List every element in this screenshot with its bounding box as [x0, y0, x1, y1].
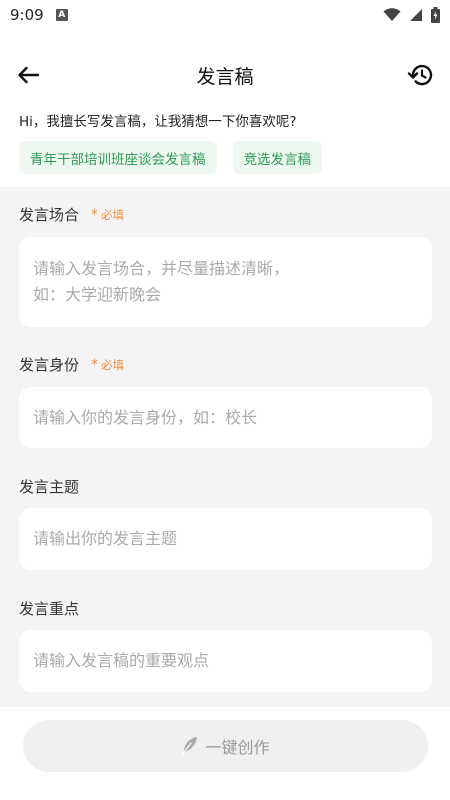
chip-campaign-speech[interactable]: 竞选发言稿	[232, 141, 322, 174]
status-bar: 9:09 A	[0, 0, 450, 30]
status-time: 9:09	[10, 6, 44, 24]
notification-icon: A	[55, 9, 68, 21]
greeting-text: Hi，我擅长写发言稿，让我猜想一下你喜欢呢?	[19, 114, 297, 130]
topic-placeholder: 请输出你的发言主题	[33, 529, 178, 548]
field-label-topic: 发言主题	[19, 476, 79, 497]
page-title: 发言稿	[196, 65, 254, 88]
asterisk-icon: *	[91, 356, 99, 373]
required-text: 必填	[101, 357, 125, 372]
label-text: 发言身份	[19, 356, 80, 374]
chip-youth-cadre-speech[interactable]: 青年干部培训班座谈会发言稿	[19, 141, 217, 174]
field-label-identity: 发言身份 * 必填	[19, 354, 124, 375]
back-button[interactable]	[14, 61, 42, 89]
topic-input[interactable]: 请输出你的发言主题	[19, 508, 432, 570]
signal-icon	[410, 9, 422, 21]
status-icons	[383, 7, 440, 23]
field-label-occasion: 发言场合 * 必填	[19, 204, 124, 225]
label-text: 发言场合	[19, 206, 80, 224]
form-area: 发言场合 * 必填 请输入发言场合，并尽量描述清晰， 如：大学迎新晚会 发言身份 …	[0, 187, 450, 707]
suggestion-chips: 青年干部培训班座谈会发言稿 竞选发言稿	[19, 141, 322, 174]
required-marker: * 必填	[91, 357, 124, 373]
history-button[interactable]	[406, 61, 434, 89]
feather-icon	[181, 737, 198, 756]
field-label-key-points: 发言重点	[19, 598, 79, 619]
identity-input[interactable]: 请输入你的发言身份，如：校长	[19, 387, 432, 448]
label-text: 发言重点	[19, 600, 80, 618]
asterisk-icon: *	[91, 206, 99, 223]
required-text: 必填	[101, 207, 125, 222]
nav-bar: 发言稿	[0, 52, 450, 98]
key-points-placeholder: 请输入发言稿的重要观点	[33, 651, 210, 670]
identity-placeholder: 请输入你的发言身份，如：校长	[33, 407, 258, 427]
label-text: 发言主题	[19, 478, 80, 496]
occasion-input[interactable]: 请输入发言场合，并尽量描述清晰， 如：大学迎新晚会	[19, 237, 432, 327]
required-marker: * 必填	[91, 207, 124, 223]
occasion-placeholder: 请输入发言场合，并尽量描述清晰， 如：大学迎新晚会	[33, 259, 290, 304]
bottom-bar: 一键创作	[0, 707, 450, 800]
create-button[interactable]: 一键创作	[23, 720, 428, 772]
key-points-input[interactable]: 请输入发言稿的重要观点	[19, 630, 432, 692]
wifi-icon	[383, 8, 401, 21]
create-button-label: 一键创作	[205, 738, 270, 757]
arrow-left-icon	[18, 66, 39, 84]
battery-icon	[431, 7, 440, 23]
history-icon	[407, 64, 433, 86]
